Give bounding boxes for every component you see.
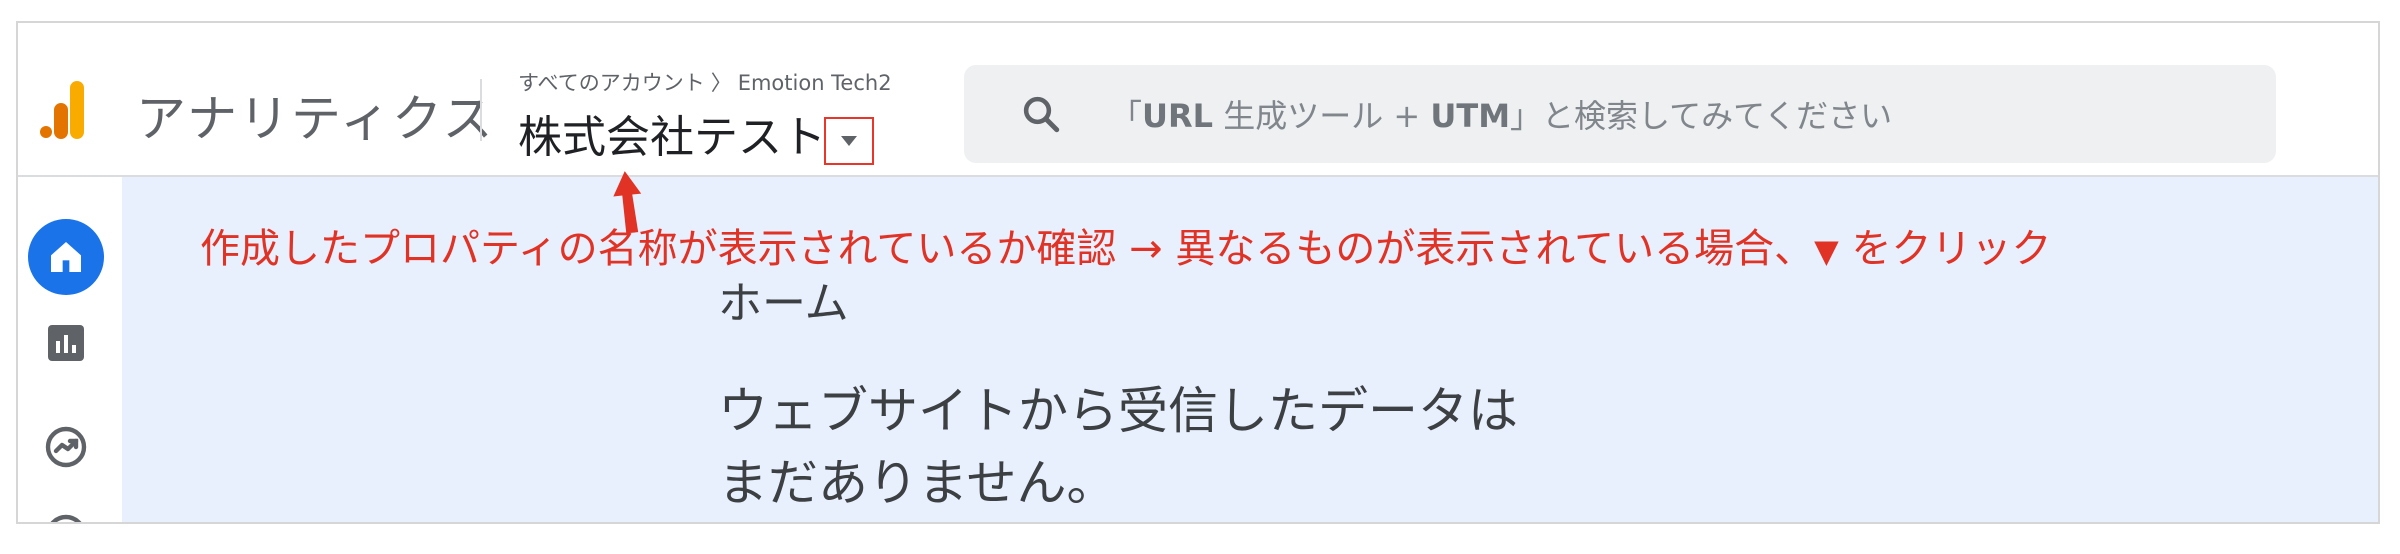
page-title: ホーム [718, 278, 849, 329]
top-bar: アナリティクス すべてのアカウント〉 Emotion Tech2 株式会社テスト … [18, 23, 2378, 177]
bar-chart-icon[interactable] [42, 319, 90, 367]
search-placeholder: 「URL 生成ツール + UTM」と検索してみてください [1110, 91, 1892, 137]
annotation-triangle: ▼ [1814, 232, 1839, 270]
empty-state-message: ウェブサイトから受信したデータは まだありません。 [718, 375, 1518, 519]
search-bar[interactable]: 「URL 生成ツール + UTM」と検索してみてください [964, 65, 2276, 163]
annotation-text-before: 作成したプロパティの名称が表示されているか確認 → 異なるものが表示されている場… [200, 226, 1815, 272]
annotation-text-after: をクリック [1838, 226, 2052, 272]
search-query-utm: UTM [1430, 97, 1511, 135]
nav-home-button[interactable] [28, 219, 104, 295]
explore-icon[interactable] [42, 423, 90, 471]
search-middle: 生成ツール + [1213, 97, 1431, 135]
search-icon [1023, 96, 1060, 133]
empty-state-line-2: まだありません。 [718, 454, 1117, 512]
breadcrumb[interactable]: すべてのアカウント〉 Emotion Tech2 [518, 67, 892, 97]
instruction-annotation: 作成したプロパティの名称が表示されているか確認 → 異なるものが表示されている場… [200, 216, 2051, 274]
breadcrumb-all-accounts[interactable]: すべてのアカウント [518, 71, 705, 95]
header-divider [480, 79, 482, 141]
search-query-url: URL [1142, 97, 1214, 135]
app-name: アナリティクス [136, 90, 495, 148]
property-name[interactable]: 株式会社テスト [518, 101, 826, 165]
target-icon[interactable] [42, 511, 90, 524]
home-icon [51, 242, 81, 272]
analytics-logo-icon[interactable] [40, 81, 86, 139]
property-dropdown-button[interactable] [824, 117, 874, 165]
breadcrumb-separator: 〉 [710, 71, 732, 95]
breadcrumb-account[interactable]: Emotion Tech2 [738, 71, 892, 95]
empty-state-line-1: ウェブサイトから受信したデータは [718, 382, 1518, 440]
search-prefix: 「 [1110, 97, 1143, 135]
caret-down-icon [841, 136, 857, 146]
search-suffix: 」と検索してみてください [1510, 97, 1893, 135]
app-window: アナリティクス すべてのアカウント〉 Emotion Tech2 株式会社テスト … [16, 21, 2380, 524]
